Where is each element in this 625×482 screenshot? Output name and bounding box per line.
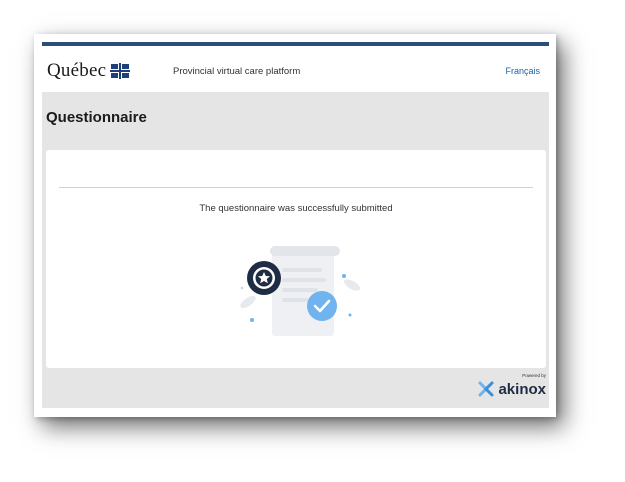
card-divider bbox=[59, 187, 533, 188]
document-icon bbox=[270, 246, 340, 336]
success-illustration bbox=[240, 246, 361, 336]
platform-name: Provincial virtual care platform bbox=[173, 66, 301, 77]
quebec-fleur-de-lis-icon bbox=[110, 63, 131, 79]
award-seal-icon bbox=[247, 261, 281, 295]
akinox-brand[interactable]: akinox bbox=[477, 380, 546, 398]
confirmation-card: The questionnaire was successfully submi… bbox=[46, 150, 546, 368]
app-window: Québec Provincial virtual care platform … bbox=[42, 42, 549, 408]
sparkle-dot bbox=[348, 313, 352, 317]
logo-text: Québec bbox=[47, 60, 107, 81]
success-message: The questionnaire was successfully submi… bbox=[199, 203, 393, 214]
leaf-icon bbox=[240, 295, 256, 309]
akinox-wordmark: akinox bbox=[498, 380, 546, 398]
sparkle-dot bbox=[250, 318, 254, 322]
header: Québec Provincial virtual care platform … bbox=[42, 46, 549, 92]
language-toggle-link[interactable]: Français bbox=[505, 66, 540, 76]
akinox-logo-icon bbox=[478, 381, 494, 397]
sparkle-dot bbox=[240, 286, 244, 290]
leaf-icon bbox=[343, 279, 361, 291]
check-circle-icon bbox=[307, 291, 337, 321]
page-title: Questionnaire bbox=[46, 109, 147, 126]
powered-by-label: Powered by bbox=[522, 373, 546, 378]
quebec-logo[interactable]: Québec bbox=[47, 60, 131, 82]
sparkle-dot bbox=[342, 274, 346, 278]
